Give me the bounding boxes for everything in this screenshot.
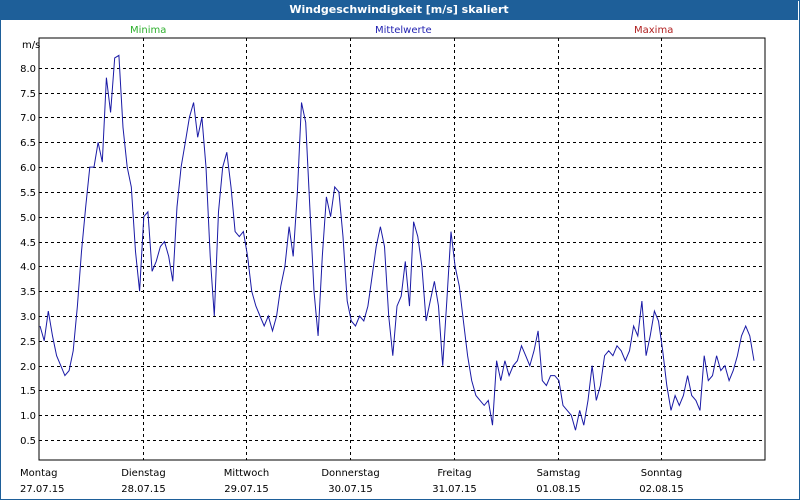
y-tick-label: 5.5 [20,188,36,199]
plot-area [38,37,766,461]
y-tick-label: 4.0 [20,262,36,273]
y-tick-label: 3.5 [20,287,36,298]
y-tick-label: 2.0 [20,362,36,373]
y-tick-label: 7.5 [20,89,36,100]
y-tick-label: 6.0 [20,163,36,174]
x-tick-date: 28.07.15 [121,484,166,495]
y-tick-label: 3.0 [20,312,36,323]
y-tick-label: 8.0 [20,64,36,75]
y-tick-label: 0.5 [20,436,36,447]
y-tick-label: 7.0 [20,113,36,124]
x-tick-date: 27.07.15 [20,484,65,495]
x-tick-day: Dienstag [121,468,166,479]
y-tick-label: 2.5 [20,337,36,348]
x-tick-day: Samstag [537,468,581,479]
y-tick-label: 1.5 [20,386,36,397]
x-tick-date: 30.07.15 [328,484,373,495]
y-tick-label: 4.5 [20,238,36,249]
line-chart: 0.5 1.0 1.5 2.0 2.5 3.0 3.5 4.0 4.5 5.0 5.5 6.0 6.5 7… [20,37,766,495]
y-tick-label: 1.0 [20,411,36,422]
y-tick-label: 6.5 [20,138,36,149]
x-tick-date: 29.07.15 [224,484,269,495]
x-tick-date: 02.08.15 [639,484,684,495]
x-tick-day: Donnerstag [321,468,379,479]
x-tick-day: Freitag [437,468,471,479]
x-tick-date: 01.08.15 [536,484,581,495]
x-tick-day: Montag [20,468,57,479]
x-tick-day: Mittwoch [224,468,269,479]
x-tick-date: 31.07.15 [432,484,477,495]
x-tick-day: Sonntag [641,468,683,479]
y-tick-label: 5.0 [20,213,36,224]
